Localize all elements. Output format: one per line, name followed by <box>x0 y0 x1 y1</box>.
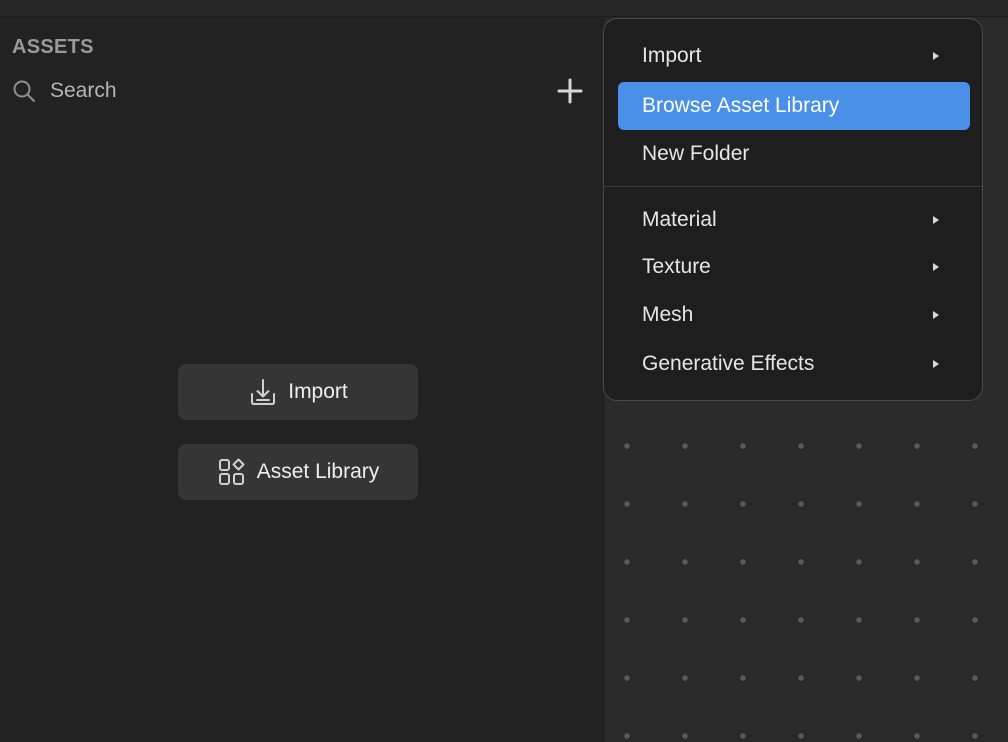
menu-item-new-folder[interactable]: New Folder <box>618 130 970 178</box>
menu-item-label: New Folder <box>642 142 750 165</box>
import-button[interactable]: Import <box>178 364 418 420</box>
asset-library-button-label: Asset Library <box>256 460 380 483</box>
import-icon <box>251 379 276 405</box>
assets-panel-title: ASSETS <box>12 36 94 58</box>
submenu-arrow-icon <box>933 311 939 319</box>
app-window: ASSETS Search Import Asset Library Impor… <box>0 0 1008 742</box>
menu-item-browse-asset-library[interactable]: Browse Asset Library <box>618 82 970 130</box>
menu-item-label: Import <box>642 44 702 67</box>
search-placeholder: Search <box>50 79 117 102</box>
menu-item-label: Material <box>642 208 717 231</box>
menu-item-generative-effects[interactable]: Generative Effects <box>618 340 970 388</box>
add-asset-button[interactable] <box>555 76 585 106</box>
import-button-label: Import <box>288 380 348 403</box>
menu-item-label: Texture <box>642 255 711 278</box>
asset-library-icon <box>218 458 245 485</box>
submenu-arrow-icon <box>933 216 939 224</box>
search-field[interactable]: Search <box>12 76 117 106</box>
menu-item-mesh[interactable]: Mesh <box>618 291 970 339</box>
menu-item-import[interactable]: Import <box>618 32 970 80</box>
menu-item-label: Browse Asset Library <box>642 94 840 117</box>
assets-panel: ASSETS Search Import Asset Library <box>0 0 605 742</box>
menu-divider <box>604 186 982 187</box>
search-icon <box>13 80 35 102</box>
menu-item-material[interactable]: Material <box>618 196 970 244</box>
menu-item-label: Mesh <box>642 303 694 326</box>
plus-icon <box>557 78 583 104</box>
context-menu: Import Browse Asset Library New Folder M… <box>603 18 983 401</box>
menu-item-texture[interactable]: Texture <box>618 243 970 291</box>
top-toolbar-strip <box>0 0 1008 17</box>
submenu-arrow-icon <box>933 360 939 368</box>
menu-item-label: Generative Effects <box>642 352 815 375</box>
submenu-arrow-icon <box>933 52 939 60</box>
submenu-arrow-icon <box>933 263 939 271</box>
asset-library-button[interactable]: Asset Library <box>178 444 418 500</box>
